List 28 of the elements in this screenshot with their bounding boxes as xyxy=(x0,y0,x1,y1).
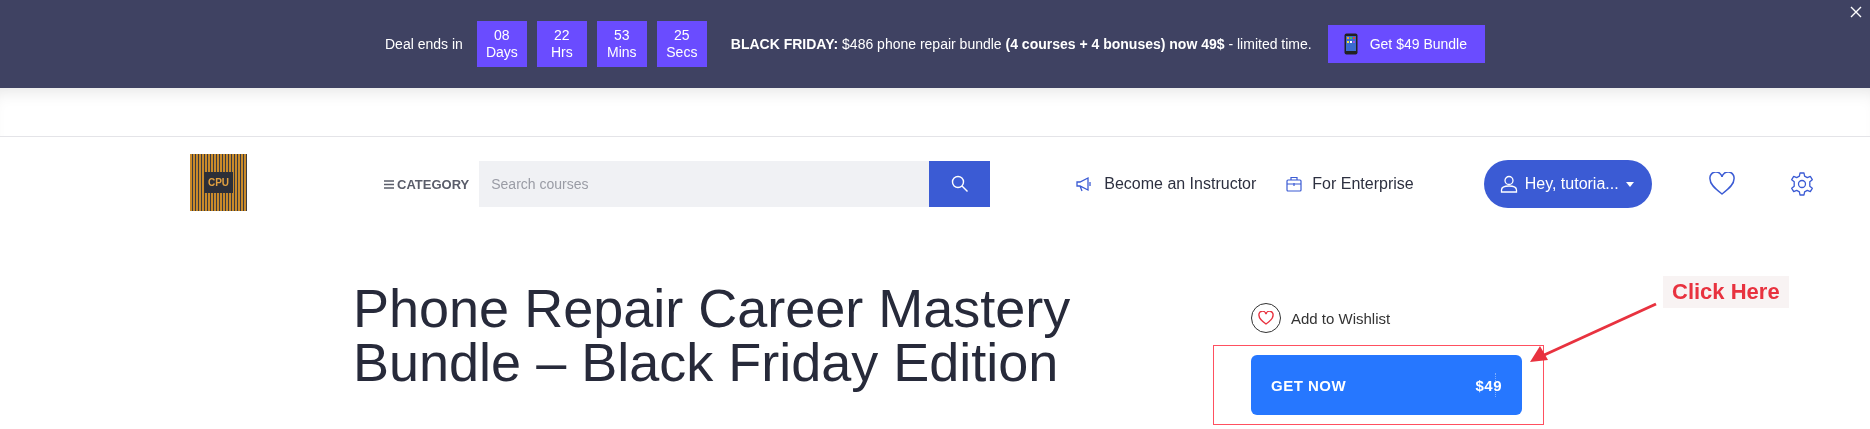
countdown-box: 53 Mins xyxy=(596,21,647,67)
close-icon[interactable] xyxy=(1850,6,1862,18)
bundle-button[interactable]: Get $49 Bundle xyxy=(1327,25,1485,63)
settings-icon[interactable] xyxy=(1789,172,1814,196)
user-icon xyxy=(1499,175,1518,193)
get-now-button[interactable]: GET NOW $49 xyxy=(1251,355,1522,415)
category-menu[interactable]: CATEGORY xyxy=(384,176,470,192)
search-field[interactable]: Search courses xyxy=(479,161,930,207)
deal-label: Deal ends in xyxy=(385,36,463,52)
search-icon xyxy=(950,175,969,193)
caret-icon xyxy=(1625,181,1634,187)
heart-icon xyxy=(1258,311,1274,325)
nav-link[interactable]: Become an Instructor xyxy=(1076,175,1257,193)
countdown-box: 22 Hrs xyxy=(536,21,587,67)
countdown-box: 08 Days xyxy=(476,21,527,67)
heart-icon[interactable] xyxy=(1708,172,1735,196)
nav-link[interactable]: For Enterprise xyxy=(1286,175,1414,193)
annotation-label: Click Here xyxy=(1663,276,1789,308)
briefcase-icon xyxy=(1286,176,1303,192)
user-menu-button[interactable]: Hey, tutoria... xyxy=(1483,160,1652,208)
phone-icon xyxy=(1343,33,1358,55)
wishlist-link[interactable]: Add to Wishlist xyxy=(1291,309,1391,327)
logo[interactable]: CPU xyxy=(190,153,247,211)
search-button[interactable] xyxy=(929,161,991,207)
countdown-box: 25 Secs xyxy=(656,21,707,67)
promo-message: BLACK FRIDAY: $486 phone repair bundle (4 courses + 4 bonuses) now 49$ - limited time. xyxy=(730,36,1312,52)
menu-icon xyxy=(384,179,394,189)
course-title: Phone Repair Career Mastery Bundle – Black Friday Edition xyxy=(353,281,1072,394)
